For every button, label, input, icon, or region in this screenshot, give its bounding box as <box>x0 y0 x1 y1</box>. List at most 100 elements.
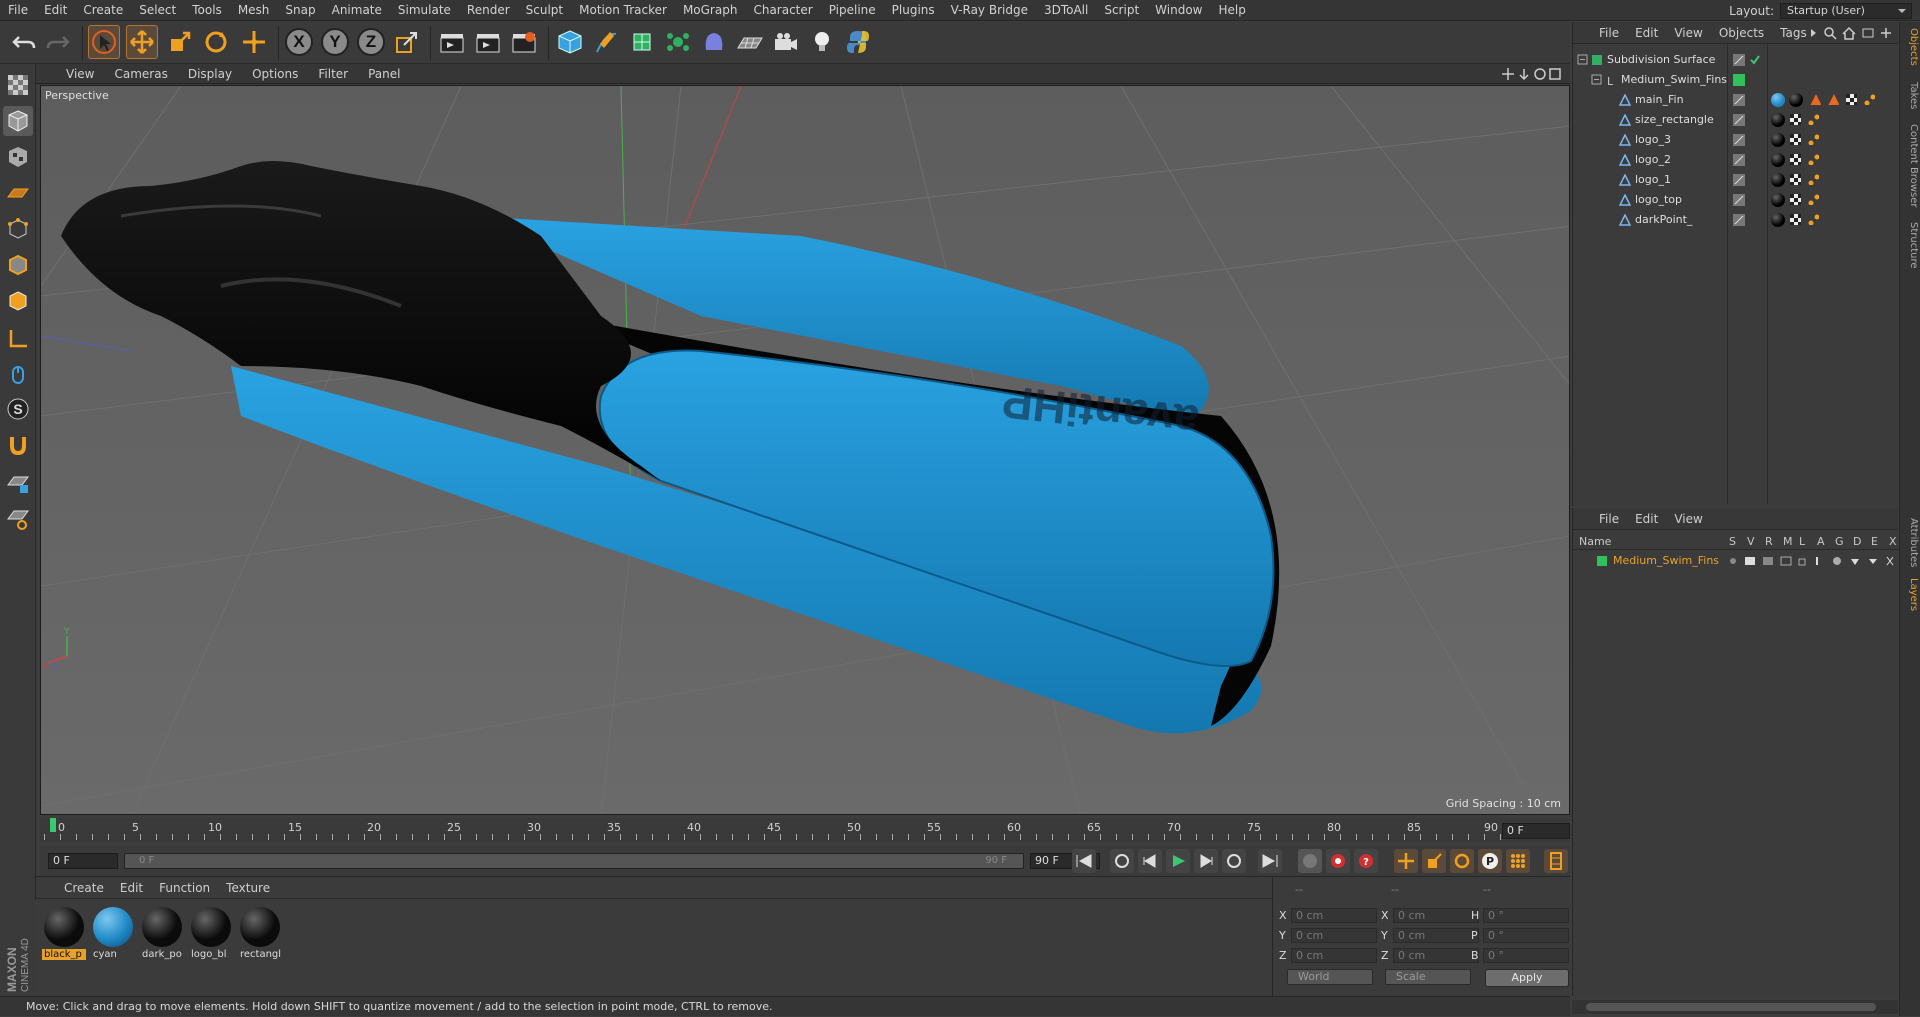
viewport-menu-cameras[interactable]: Cameras <box>104 67 177 81</box>
undo-button[interactable] <box>8 25 40 59</box>
layer-menu-view[interactable]: View <box>1666 512 1710 526</box>
layer-menu-edit[interactable]: Edit <box>1627 512 1666 526</box>
size-z-field[interactable]: 0 cm <box>1393 948 1479 963</box>
menu-render[interactable]: Render <box>459 0 518 21</box>
deformer-button[interactable] <box>698 25 730 59</box>
z-axis-lock-button[interactable]: Z <box>355 25 387 59</box>
material-swatch[interactable]: logo_bl <box>189 905 233 963</box>
tab-structure[interactable]: Structure <box>1902 222 1919 269</box>
uvw-tag-icon[interactable] <box>1789 173 1801 185</box>
scrollbar-thumb[interactable] <box>1586 1003 1876 1011</box>
material-swatch[interactable]: dark_po <box>140 905 184 963</box>
floor-button[interactable] <box>734 25 766 59</box>
menu-3dtoall[interactable]: 3DToAll <box>1036 0 1096 21</box>
size-x-field[interactable]: 0 cm <box>1393 908 1479 923</box>
position-x-field[interactable]: 0 cm <box>1291 908 1377 923</box>
material-tag-icon[interactable] <box>1771 133 1785 147</box>
redo-button[interactable] <box>42 25 74 59</box>
edges-mode-button[interactable] <box>3 250 33 280</box>
key-parameter-button[interactable]: P <box>1478 849 1502 873</box>
tab-content-browser[interactable]: Content Browser <box>1902 124 1919 207</box>
recent-tool-button[interactable] <box>238 25 270 59</box>
material-menu-texture[interactable]: Texture <box>218 881 278 895</box>
uvw-tag-icon[interactable] <box>1789 193 1801 205</box>
viewport-menu-panel[interactable]: Panel <box>358 67 410 81</box>
play-button[interactable] <box>1166 849 1190 873</box>
uvw-tag-icon[interactable] <box>1789 113 1801 125</box>
tab-attributes[interactable]: Attributes <box>1902 518 1919 567</box>
menu-tools[interactable]: Tools <box>184 0 230 21</box>
cube-button[interactable] <box>554 25 586 59</box>
layer-col-manager[interactable]: M <box>1783 535 1793 548</box>
scale-tool-button[interactable] <box>164 25 196 59</box>
workplane-mode-button[interactable] <box>3 178 33 208</box>
next-frame-button[interactable] <box>1194 849 1218 873</box>
layer-menu-file[interactable]: File <box>1581 512 1627 526</box>
go-to-end-button[interactable] <box>1258 849 1282 873</box>
frame-range-slider[interactable]: 0 F 90 F <box>124 853 1024 869</box>
axis-mode-button[interactable] <box>3 324 33 354</box>
menu-help[interactable]: Help <box>1210 0 1253 21</box>
playhead[interactable] <box>50 818 56 832</box>
key-pla-button[interactable] <box>1506 849 1530 873</box>
material-tag-icon[interactable] <box>1771 213 1785 227</box>
go-to-start-button[interactable] <box>1072 849 1096 873</box>
warning-tag-icon[interactable] <box>1827 93 1839 105</box>
viewport-nav-icons[interactable] <box>1502 67 1562 81</box>
model-mode-button[interactable] <box>3 106 33 136</box>
object-menu-objects[interactable]: Objects <box>1711 26 1772 40</box>
selection-tag-icon[interactable] <box>1863 93 1875 105</box>
keyframe-selection-button[interactable]: ? <box>1354 849 1378 873</box>
menu-create[interactable]: Create <box>75 0 131 21</box>
material-swatch[interactable]: rectangl <box>238 905 282 963</box>
size-y-field[interactable]: 0 cm <box>1393 928 1479 943</box>
layer-col-xref[interactable]: X <box>1889 535 1897 548</box>
x-axis-lock-button[interactable]: X <box>283 25 315 59</box>
selection-tag-icon[interactable] <box>1807 193 1819 205</box>
enabled-check-icon[interactable] <box>1749 54 1761 66</box>
visibility-toggle-icon[interactable] <box>1733 214 1745 226</box>
render-view-button[interactable] <box>436 25 468 59</box>
menu-vray-bridge[interactable]: V-Ray Bridge <box>943 0 1036 21</box>
subdivision-surface-button[interactable] <box>626 25 658 59</box>
visibility-toggle-icon[interactable] <box>1733 94 1745 106</box>
warning-tag-icon[interactable] <box>1809 93 1821 105</box>
rotation-p-field[interactable]: 0 ° <box>1483 928 1569 943</box>
pen-spline-button[interactable] <box>590 25 622 59</box>
menu-motion-tracker[interactable]: Motion Tracker <box>571 0 675 21</box>
layer-color-swatch[interactable] <box>1597 556 1607 566</box>
visibility-toggle-icon[interactable] <box>1733 194 1745 206</box>
select-tool-button[interactable] <box>88 25 120 59</box>
object-row[interactable]: darkPoint_ <box>1573 210 1899 230</box>
material-tag-icon[interactable] <box>1771 113 1785 127</box>
layer-col-deformers[interactable]: D <box>1853 535 1861 548</box>
key-scale-button[interactable] <box>1422 849 1446 873</box>
size-mode-select[interactable]: Scale <box>1385 969 1471 985</box>
polygons-mode-button[interactable] <box>3 286 33 316</box>
material-swatch[interactable]: cyan <box>91 905 135 963</box>
layer-row[interactable]: Medium_Swim_Fins <box>1573 552 1899 570</box>
planar-workplane-button[interactable] <box>3 504 33 534</box>
tab-objects[interactable]: Objects <box>1902 28 1919 66</box>
uvw-tag-icon[interactable] <box>1845 93 1857 105</box>
prev-key-button[interactable] <box>1110 849 1134 873</box>
uvw-tag-icon[interactable] <box>1789 133 1801 145</box>
layer-col-render[interactable]: R <box>1765 535 1773 548</box>
menu-mesh[interactable]: Mesh <box>230 0 278 21</box>
tab-takes[interactable]: Takes <box>1902 82 1919 109</box>
material-tag-icon[interactable] <box>1771 193 1785 207</box>
layer-col-locked[interactable]: L <box>1799 535 1805 548</box>
rotate-tool-button[interactable] <box>200 25 232 59</box>
cloner-button[interactable] <box>662 25 694 59</box>
viewport-menu-display[interactable]: Display <box>178 67 242 81</box>
object-row[interactable]: logo_2 <box>1573 150 1899 170</box>
rotation-b-field[interactable]: 0 ° <box>1483 948 1569 963</box>
3d-viewport[interactable]: avantiHP Y X Z Perspective Grid Spacing … <box>40 85 1570 815</box>
object-row[interactable]: logo_top <box>1573 190 1899 210</box>
layer-col-expressions[interactable]: E <box>1871 535 1878 548</box>
material-swatch[interactable]: black_p <box>42 905 86 963</box>
layout-dropdown[interactable]: Startup (User) <box>1780 2 1912 19</box>
key-rotation-button[interactable] <box>1450 849 1474 873</box>
rotation-h-field[interactable]: 0 ° <box>1483 908 1569 923</box>
lock-workplane-button[interactable] <box>3 468 33 498</box>
